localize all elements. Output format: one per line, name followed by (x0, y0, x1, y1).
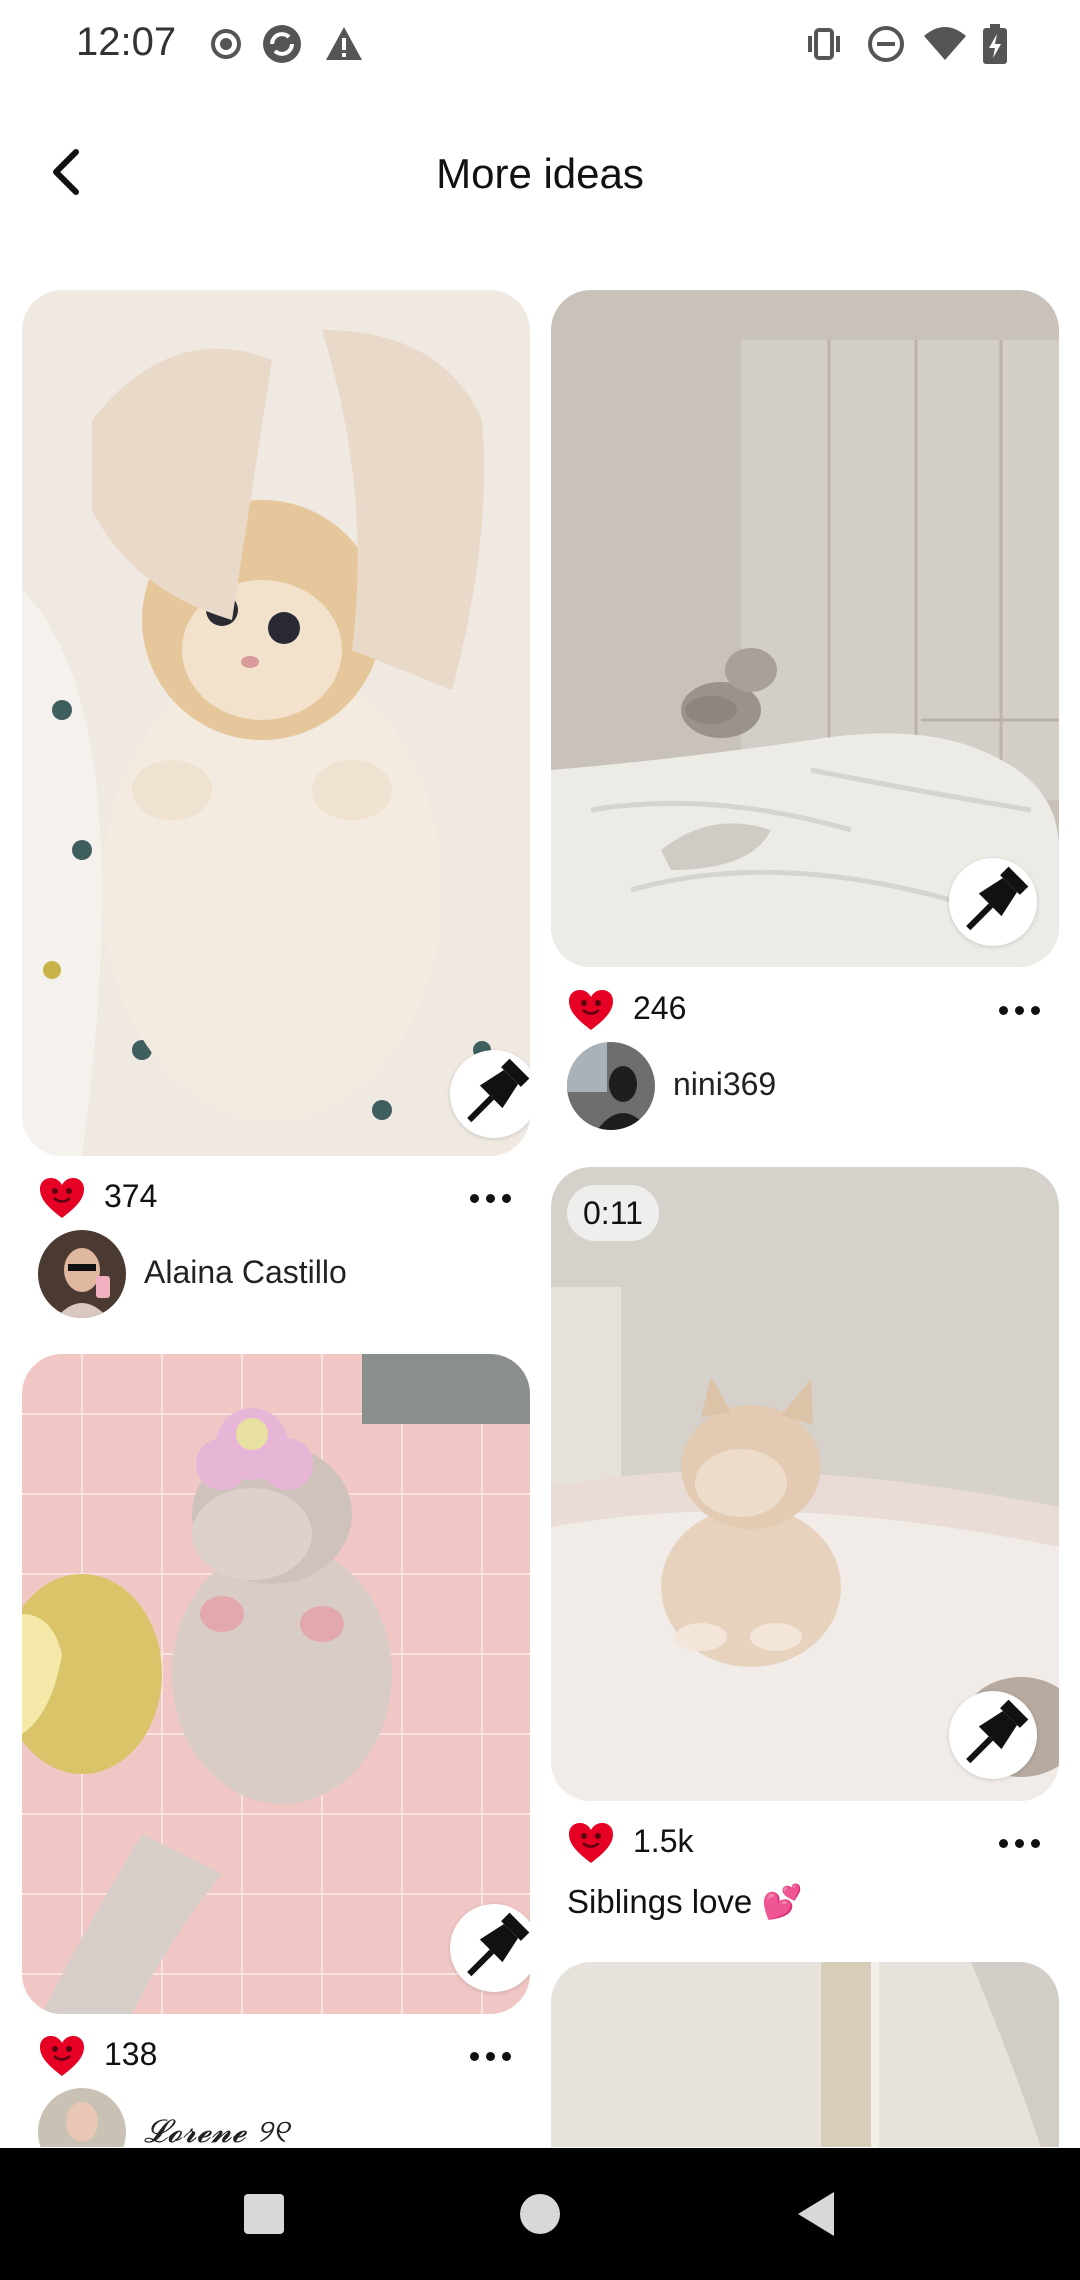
more-options-button[interactable] (991, 1819, 1047, 1867)
warning-icon (324, 22, 364, 66)
save-pin-button[interactable] (450, 1050, 530, 1138)
like-count: 374 (104, 1178, 158, 1214)
like-count: 138 (104, 2036, 158, 2072)
pin-card: 374 Alaina Castillo (22, 290, 530, 1330)
pin-video[interactable]: 0:11 (551, 1167, 1059, 1801)
pin-card (551, 1962, 1059, 2147)
heart-reaction-icon (569, 1823, 613, 1863)
do-not-disturb-icon (866, 22, 906, 66)
heart-reaction-icon (40, 2036, 84, 2076)
pushpin-icon (467, 1058, 530, 1123)
back-triangle-icon (798, 2192, 834, 2236)
avatar[interactable] (38, 1230, 126, 1318)
pushpin-icon (966, 866, 1029, 931)
sync-icon (262, 22, 302, 66)
wifi-icon (922, 22, 968, 66)
pin-title[interactable]: Siblings love 💕 (567, 1883, 803, 1922)
system-navigation-bar (0, 2148, 1080, 2280)
home-button[interactable] (510, 2184, 570, 2244)
more-options-button[interactable] (462, 1174, 518, 1222)
heart-reaction-icon (40, 1178, 84, 1218)
like-count: 246 (633, 990, 687, 1026)
pin-card: 246 nini369 (551, 290, 1059, 1136)
avatar[interactable] (567, 1042, 655, 1130)
pin-card: 138 𝓛𝓸𝓻𝓮𝓷𝓮 ୨୧ (22, 1354, 530, 2147)
pin-author[interactable]: Alaina Castillo (22, 1230, 530, 1320)
pin-image[interactable] (551, 290, 1059, 967)
pin-author[interactable]: 𝓛𝓸𝓻𝓮𝓷𝓮 ୨୧ (22, 2088, 530, 2147)
like-count: 1.5k (633, 1823, 694, 1859)
header: More ideas (0, 120, 1080, 230)
battery-charging-icon (980, 22, 1010, 66)
avatar[interactable] (38, 2088, 126, 2147)
pin-author[interactable]: nini369 (551, 1042, 1059, 1132)
home-circle-icon (520, 2194, 560, 2234)
save-pin-button[interactable] (949, 1691, 1037, 1779)
pin-image[interactable] (22, 1354, 530, 2014)
record-icon (206, 22, 246, 66)
system-back-button[interactable] (786, 2184, 846, 2244)
pushpin-icon (966, 1699, 1029, 1764)
save-pin-button[interactable] (450, 1904, 530, 1992)
recents-button[interactable] (234, 2184, 294, 2244)
video-duration-badge: 0:11 (567, 1185, 659, 1241)
author-name: Alaina Castillo (144, 1254, 347, 1290)
recents-square-icon (244, 2194, 284, 2234)
save-pin-button[interactable] (949, 858, 1037, 946)
author-name: nini369 (673, 1066, 777, 1102)
pin-stats: 246 (551, 982, 1059, 1042)
pin-stats: 138 (22, 2028, 530, 2088)
more-options-button[interactable] (462, 2032, 518, 2080)
pin-stats: 374 (22, 1170, 530, 1230)
status-time: 12:07 (76, 20, 177, 64)
vibrate-icon (804, 22, 844, 66)
pin-image[interactable] (551, 1962, 1059, 2147)
status-bar: 12:07 (0, 0, 1080, 90)
author-name: 𝓛𝓸𝓻𝓮𝓷𝓮 ୨୧ (144, 2112, 289, 2147)
pushpin-icon (467, 1912, 530, 1977)
heart-reaction-icon (569, 990, 613, 1030)
pin-card: 0:11 1.5k Siblings love 💕 (551, 1167, 1059, 1927)
pin-image[interactable] (22, 290, 530, 1156)
pin-feed[interactable]: 374 Alaina Castillo 138 𝓛𝓸𝓻𝓮𝓷𝓮 ୨୧ 246 ni… (0, 290, 1080, 2147)
pin-stats: 1.5k (551, 1815, 1059, 1875)
more-options-button[interactable] (991, 986, 1047, 1034)
page-title: More ideas (436, 150, 644, 197)
